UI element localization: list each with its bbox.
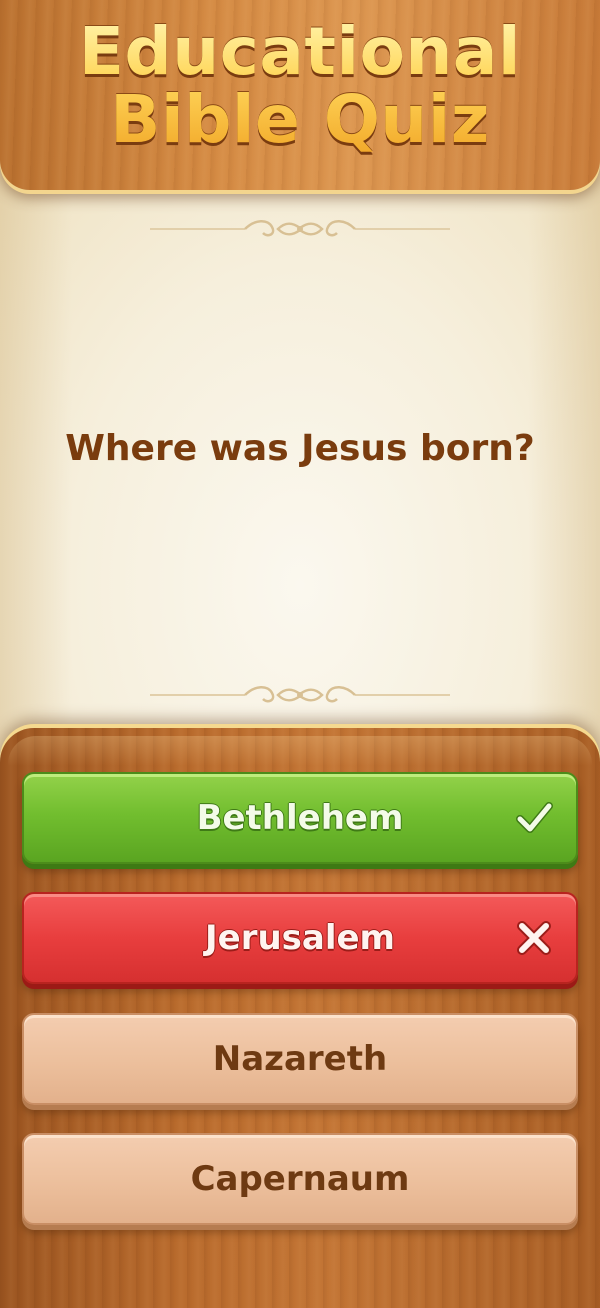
answer-label-2: Jerusalem [204,918,395,958]
header-panel: Educational Bible Quiz [0,0,600,190]
title-line-1: Educational [78,13,522,90]
title-line-2: Bible Quiz [110,81,490,158]
checkmark-icon [516,802,553,833]
app-title: Educational Bible Quiz [0,18,600,154]
close-x-icon [517,921,551,955]
answer-button-3[interactable]: Nazareth [22,1013,578,1105]
ornament-divider-bottom [150,686,450,703]
answer-button-2[interactable]: Jerusalem [22,892,578,984]
answer-label-1: Bethlehem [196,798,404,838]
ornament-divider-top [150,220,450,237]
answer-button-4[interactable]: Capernaum [22,1133,578,1225]
answer-label-3: Nazareth [212,1039,388,1079]
answer-button-1[interactable]: Bethlehem [22,772,578,864]
question-text: Where was Jesus born? [65,428,535,469]
answer-label-4: Capernaum [190,1159,410,1199]
